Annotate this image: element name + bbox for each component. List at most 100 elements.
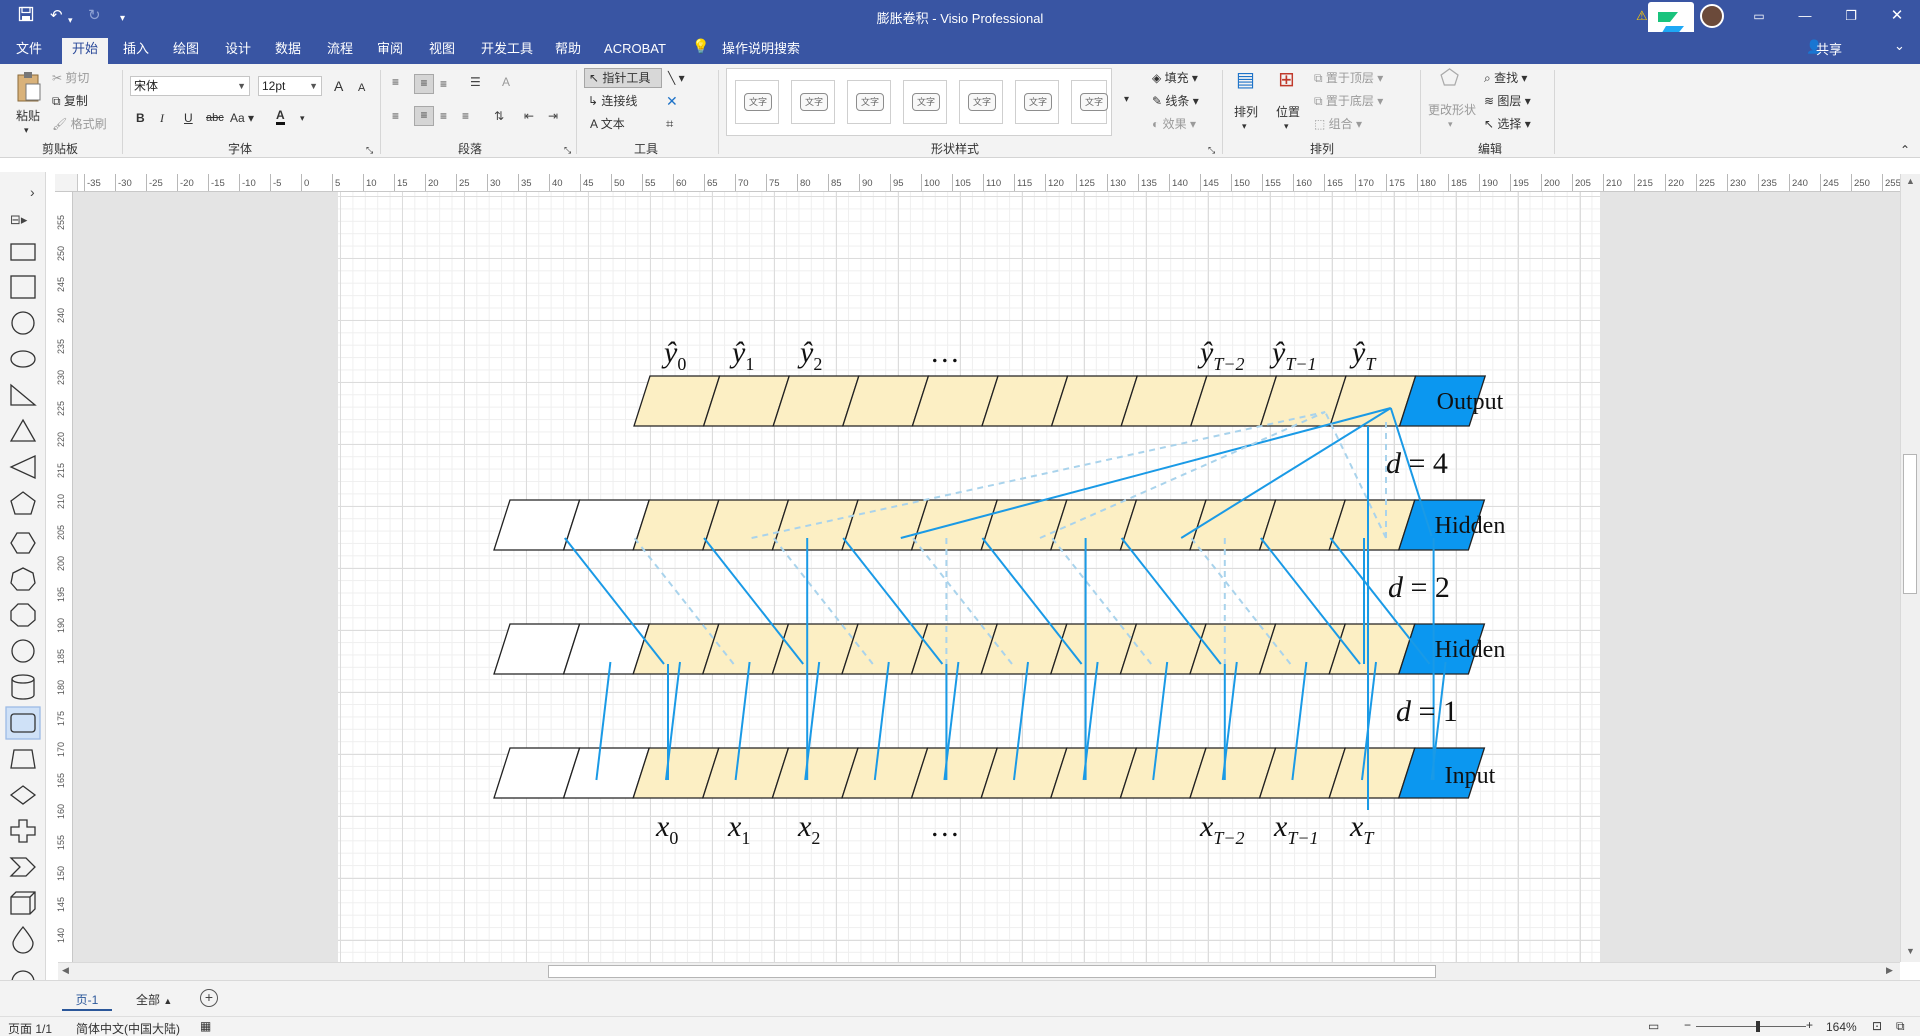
scroll-left-icon[interactable]: ◀ (62, 965, 69, 976)
page-tab[interactable]: 页-1 (62, 989, 112, 1011)
tab-review[interactable]: 审阅 (372, 38, 408, 64)
tab-acrobat[interactable]: ACROBAT (600, 38, 670, 64)
bold-button[interactable]: B (136, 110, 145, 126)
page-number-status[interactable]: 页面 1/1 (8, 1020, 52, 1036)
connector-button[interactable]: ↳ 连接线 (588, 93, 637, 109)
text-tool-button[interactable]: A 文本 (590, 116, 625, 132)
ribbon-options-icon[interactable]: ⌄ (1894, 38, 1905, 54)
restore-icon[interactable]: ❐ (1828, 0, 1874, 32)
shape-style-swatch[interactable]: 文字 (847, 80, 891, 124)
align-middle-icon[interactable]: ≡ (414, 74, 434, 94)
shrink-font-button[interactable]: A (358, 80, 365, 96)
align-top-icon[interactable]: ≡ (392, 74, 399, 90)
tab-draw[interactable]: 绘图 (168, 38, 204, 64)
line-button[interactable]: ✎ 线条 ▾ (1152, 93, 1199, 109)
zoom-slider-thumb[interactable] (1756, 1021, 1760, 1032)
shape-style-gallery[interactable]: 文字 文字 文字 文字 文字 文字 文字 (726, 68, 1112, 136)
paste-button[interactable]: 粘贴 ▾ (12, 70, 46, 135)
font-family-select[interactable]: 宋体 ▼ (130, 76, 250, 96)
find-button[interactable]: ⌕ 查找 ▾ (1484, 70, 1527, 86)
tab-insert[interactable]: 插入 (118, 38, 154, 64)
ribbon-display-icon[interactable]: ▭ (1736, 0, 1782, 32)
close-icon[interactable]: ✕ (1874, 0, 1920, 32)
scroll-right-icon[interactable]: ▶ (1886, 965, 1893, 976)
vertical-scroll-thumb[interactable] (1903, 454, 1917, 594)
shape-style-swatch[interactable]: 文字 (791, 80, 835, 124)
cut-button[interactable]: ✂ 剪切 (52, 70, 89, 86)
horizontal-ruler[interactable]: -35 -30 -25 -20 -15 -10 -5 0 5 10 15 20 25 30 35 40 45 50… (78, 174, 1900, 192)
presentation-mode-icon[interactable]: ▭ (1648, 1019, 1659, 1033)
tab-developer[interactable]: 开发工具 (476, 38, 538, 64)
collapse-ribbon-icon[interactable]: ⌃ (1900, 142, 1910, 158)
bring-to-front-button[interactable]: ⧉ 置于顶层 ▾ (1314, 70, 1383, 86)
tab-file[interactable]: 文件 (12, 38, 46, 64)
minimize-icon[interactable]: — (1782, 0, 1828, 32)
zoom-slider[interactable] (1696, 1026, 1806, 1027)
align-center-icon[interactable]: ≡ (414, 106, 434, 126)
font-color-dropdown-icon[interactable]: ▾ (300, 110, 305, 126)
fit-page-icon[interactable]: ⊡ (1872, 1019, 1882, 1033)
tell-me-search[interactable]: 操作说明搜索 (716, 38, 806, 64)
grow-font-button[interactable]: A (334, 78, 343, 94)
save-icon[interactable] (18, 6, 34, 28)
scroll-up-icon[interactable]: ▲ (1906, 176, 1915, 186)
dialog-launcher-icon[interactable]: ⤡ (366, 142, 373, 158)
pointer-tool-button[interactable]: ↖ 指针工具 (584, 68, 662, 88)
connection-point-icon[interactable]: ✕ (666, 93, 678, 109)
macro-record-icon[interactable]: ▦ (200, 1019, 211, 1033)
all-pages-button[interactable]: 全部 ▲ (136, 989, 172, 1011)
decrease-indent-icon[interactable]: ⇤ (524, 108, 534, 124)
justify-icon[interactable]: ≡ (462, 108, 469, 124)
scroll-down-icon[interactable]: ▼ (1906, 946, 1915, 956)
redo-icon[interactable]: ↻ (88, 6, 101, 26)
align-left-icon[interactable]: ≡ (392, 108, 399, 124)
stencil-menu-icon[interactable]: ⊟▸ (10, 212, 27, 228)
dialog-launcher-icon[interactable]: ⤡ (564, 142, 571, 158)
font-size-select[interactable]: 12pt ▼ (258, 76, 322, 96)
zoom-out-icon[interactable]: − (1684, 1018, 1691, 1032)
format-painter-button[interactable]: 🖌 格式刷 (52, 116, 107, 132)
font-color-button[interactable]: A (276, 108, 285, 125)
horizontal-scroll-thumb[interactable] (548, 965, 1436, 978)
underline-button[interactable]: U (184, 110, 193, 126)
shape-style-swatch[interactable]: 文字 (1015, 80, 1059, 124)
undo-dropdown-icon[interactable]: ▾ (68, 10, 73, 30)
layers-button[interactable]: ≋ 图层 ▾ (1484, 93, 1531, 109)
add-page-icon[interactable]: + (200, 989, 218, 1007)
language-status[interactable]: 简体中文(中国大陆) (76, 1020, 180, 1036)
group-button[interactable]: ⬚ 组合 ▾ (1314, 116, 1362, 132)
line-tool-button[interactable]: ╲ ▾ (668, 70, 685, 86)
text-direction-icon[interactable]: ⇅ (494, 108, 504, 124)
zoom-in-icon[interactable]: + (1806, 1018, 1813, 1032)
bullets-icon[interactable]: ☰ (470, 74, 481, 90)
tab-help[interactable]: 帮助 (550, 38, 586, 64)
send-to-back-button[interactable]: ⧉ 置于底层 ▾ (1314, 93, 1383, 109)
warning-icon[interactable]: ⚠ (1636, 8, 1648, 24)
switch-windows-icon[interactable]: ⧉ (1896, 1019, 1905, 1034)
tab-data[interactable]: 数据 (270, 38, 306, 64)
customize-quick-access-icon[interactable]: ▾ (120, 9, 125, 29)
undo-icon[interactable]: ↶ (50, 6, 63, 26)
vertical-ruler[interactable]: 255 250 245 240 235 230 225 220 215 210 205 200 195 1… (55, 192, 73, 962)
dialog-launcher-icon[interactable]: ⤡ (1208, 142, 1215, 158)
arrange-button[interactable]: ▤ 排列 ▾ (1232, 70, 1262, 136)
tab-process[interactable]: 流程 (322, 38, 358, 64)
text-style-icon[interactable]: A (502, 74, 510, 90)
avatar[interactable] (1700, 4, 1724, 28)
align-right-icon[interactable]: ≡ (440, 108, 447, 124)
vertical-scrollbar[interactable]: ▲ ▼ (1900, 174, 1920, 962)
increase-indent-icon[interactable]: ⇥ (548, 108, 558, 124)
change-shape-button[interactable]: ⬠ 更改形状 ▾ (1428, 67, 1478, 134)
shape-style-swatch[interactable]: 文字 (903, 80, 947, 124)
tab-view[interactable]: 视图 (424, 38, 460, 64)
shape-style-swatch[interactable]: 文字 (1071, 80, 1108, 124)
change-case-button[interactable]: Aa ▾ (230, 110, 254, 126)
share-button[interactable]: 共享 (1816, 39, 1842, 58)
gallery-more-icon[interactable]: ▾ (1124, 92, 1129, 108)
horizontal-scrollbar[interactable]: ◀ ▶ (58, 962, 1900, 980)
strikethrough-button[interactable]: abc (206, 110, 224, 126)
tab-design[interactable]: 设计 (220, 38, 256, 64)
crop-icon[interactable]: ⌗ (666, 116, 673, 132)
shape-style-swatch[interactable]: 文字 (735, 80, 779, 124)
select-button[interactable]: ↖ 选择 ▾ (1484, 116, 1531, 132)
